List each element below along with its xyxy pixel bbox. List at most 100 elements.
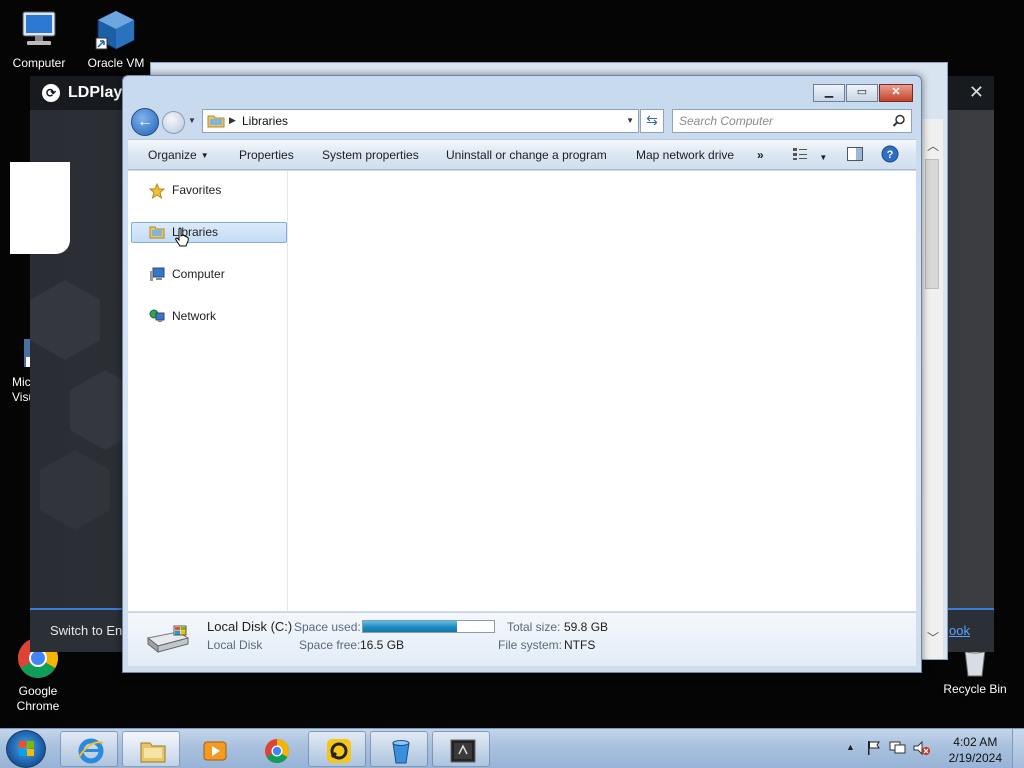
space-free-value: 16.5 GB (360, 638, 405, 652)
recent-pages-dropdown[interactable]: ▼ (188, 116, 196, 125)
taskbar-google-chrome[interactable] (246, 731, 304, 767)
bucket-icon (387, 737, 415, 768)
clock-date: 2/19/2024 (948, 751, 1002, 765)
show-desktop-button[interactable] (1012, 729, 1024, 768)
vertical-scrollbar[interactable]: ︿ ﹀ (921, 119, 943, 659)
taskbar-ldplayer[interactable] (308, 731, 366, 767)
space-used-fill (363, 621, 458, 632)
scroll-up-icon[interactable]: ︿ (927, 137, 939, 154)
action-center-flag-icon[interactable] (866, 740, 882, 759)
network-icon (149, 309, 165, 330)
file-system-value: NTFS (564, 638, 596, 652)
navigation-row: ← ▼ ▶ Libraries ▼ ⇆ (131, 107, 913, 136)
search-input[interactable] (679, 111, 889, 131)
space-used-label: Space used: (294, 620, 361, 634)
taskbar-internet-explorer[interactable] (60, 731, 118, 767)
total-size-value: 59.8 GB (564, 620, 609, 634)
preview-pane-button[interactable] (847, 147, 863, 164)
more-commands-button[interactable]: » (757, 148, 764, 162)
minimize-button[interactable]: ▁ (813, 84, 845, 102)
nav-item-favorites[interactable]: Favorites (131, 180, 287, 201)
desktop-icon-label: Google Chrome (16, 684, 60, 713)
virtualbox-icon (94, 8, 138, 52)
desktop-icon-label: Computer (12, 56, 66, 70)
breadcrumb-libraries[interactable]: Libraries (242, 114, 288, 128)
nav-item-network[interactable]: Network (131, 306, 287, 327)
breadcrumb-arrow-icon[interactable]: ▶ (229, 115, 236, 126)
refresh-button[interactable]: ⇆ (640, 109, 664, 133)
arrow-left-icon: ← (137, 113, 153, 130)
refresh-icon: ⇆ (646, 112, 658, 128)
libraries-icon (149, 225, 165, 245)
taskbar-bucket-app[interactable] (370, 731, 428, 767)
scroll-thumb[interactable] (925, 159, 939, 289)
details-pane: Local Disk (C:) Local Disk Space used: S… (128, 612, 916, 666)
search-box[interactable] (672, 109, 912, 133)
chevron-down-icon: ▼ (819, 153, 828, 162)
ldplayer-panel (10, 162, 70, 254)
show-hidden-icons-button[interactable]: ▲ (846, 742, 855, 752)
taskbar-virtual-machine[interactable] (432, 731, 490, 767)
desktop-icon-label: Oracle VM (87, 56, 145, 70)
window-controls: ▁ ▭ ✕ (813, 84, 913, 102)
back-button[interactable]: ← (131, 108, 159, 136)
star-icon (148, 182, 166, 205)
view-icon (793, 148, 807, 160)
computer-icon (149, 267, 165, 288)
drive-type: Local Disk (207, 638, 263, 652)
help-button[interactable]: ? (881, 145, 899, 166)
nav-item-libraries[interactable]: Libraries (131, 222, 287, 247)
close-button[interactable]: ✕ (879, 84, 913, 102)
address-bar[interactable]: ▶ Libraries ▼ (202, 109, 639, 133)
file-system-label: File system: (498, 638, 563, 652)
map-network-drive-button[interactable]: Map network drive (636, 148, 734, 162)
content-area: Favorites Libraries Computer Network (128, 171, 916, 611)
address-dropdown-icon[interactable]: ▼ (626, 116, 634, 125)
taskbar-media-player[interactable] (184, 731, 242, 767)
maximize-button[interactable]: ▭ (846, 84, 878, 102)
uninstall-program-button[interactable]: Uninstall or change a program (446, 148, 607, 162)
command-bar: Organize ▼ Properties System properties U… (128, 139, 916, 170)
desktop-icon-oracle-vm[interactable]: Oracle VM (78, 8, 154, 70)
start-button[interactable] (6, 730, 46, 768)
properties-button[interactable]: Properties (239, 148, 294, 162)
explorer-window: ▁ ▭ ✕ ← ▼ ▶ Libraries ▼ ⇆ Search Compute… (122, 75, 922, 673)
scroll-down-icon[interactable]: ﹀ (927, 629, 939, 646)
organize-menu[interactable]: Organize ▼ (148, 148, 209, 162)
nav-item-label: Computer (172, 267, 225, 281)
computer-icon (17, 8, 61, 52)
hard-drive-icon (144, 624, 190, 659)
volume-muted-icon[interactable] (912, 740, 930, 759)
file-list-pane[interactable] (289, 171, 916, 611)
nav-item-label: Favorites (172, 183, 222, 197)
change-view-button[interactable]: ▼ (792, 147, 827, 164)
desktop-icon-computer[interactable]: Computer (1, 8, 77, 70)
hand-cursor-icon (174, 227, 190, 253)
desktop-icon-label: Recycle Bin (943, 682, 1007, 696)
terminal-icon (449, 737, 477, 768)
taskbar-file-explorer[interactable] (122, 731, 180, 767)
total-size-label: Total size: (507, 620, 561, 634)
folder-icon (139, 737, 167, 768)
decorative-hexagon (30, 280, 100, 360)
forward-button[interactable] (162, 111, 185, 134)
chrome-icon (263, 737, 291, 768)
help-icon: ? (881, 145, 899, 163)
network-tray-icon[interactable] (889, 740, 907, 759)
system-tray: ▲ 4:02 AM 2/19/2024 (824, 729, 1024, 768)
ldplayer-link[interactable]: ook (949, 623, 970, 638)
clock-time: 4:02 AM (953, 735, 998, 749)
space-used-bar (362, 620, 495, 633)
switch-language-text[interactable]: Switch to Eng (50, 623, 130, 638)
media-player-icon (201, 737, 229, 768)
windows-logo-icon (19, 741, 34, 756)
chevron-down-icon: ▼ (200, 151, 209, 160)
nav-item-computer[interactable]: Computer (131, 264, 287, 285)
ldplayer-icon (325, 737, 353, 768)
navigation-pane: Favorites Libraries Computer Network (128, 171, 288, 611)
ldplayer-close-button[interactable]: ✕ (969, 82, 984, 103)
system-properties-button[interactable]: System properties (322, 148, 419, 162)
clock[interactable]: 4:02 AM 2/19/2024 (949, 734, 1002, 766)
preview-pane-icon (847, 147, 863, 161)
search-icon[interactable] (892, 114, 906, 131)
